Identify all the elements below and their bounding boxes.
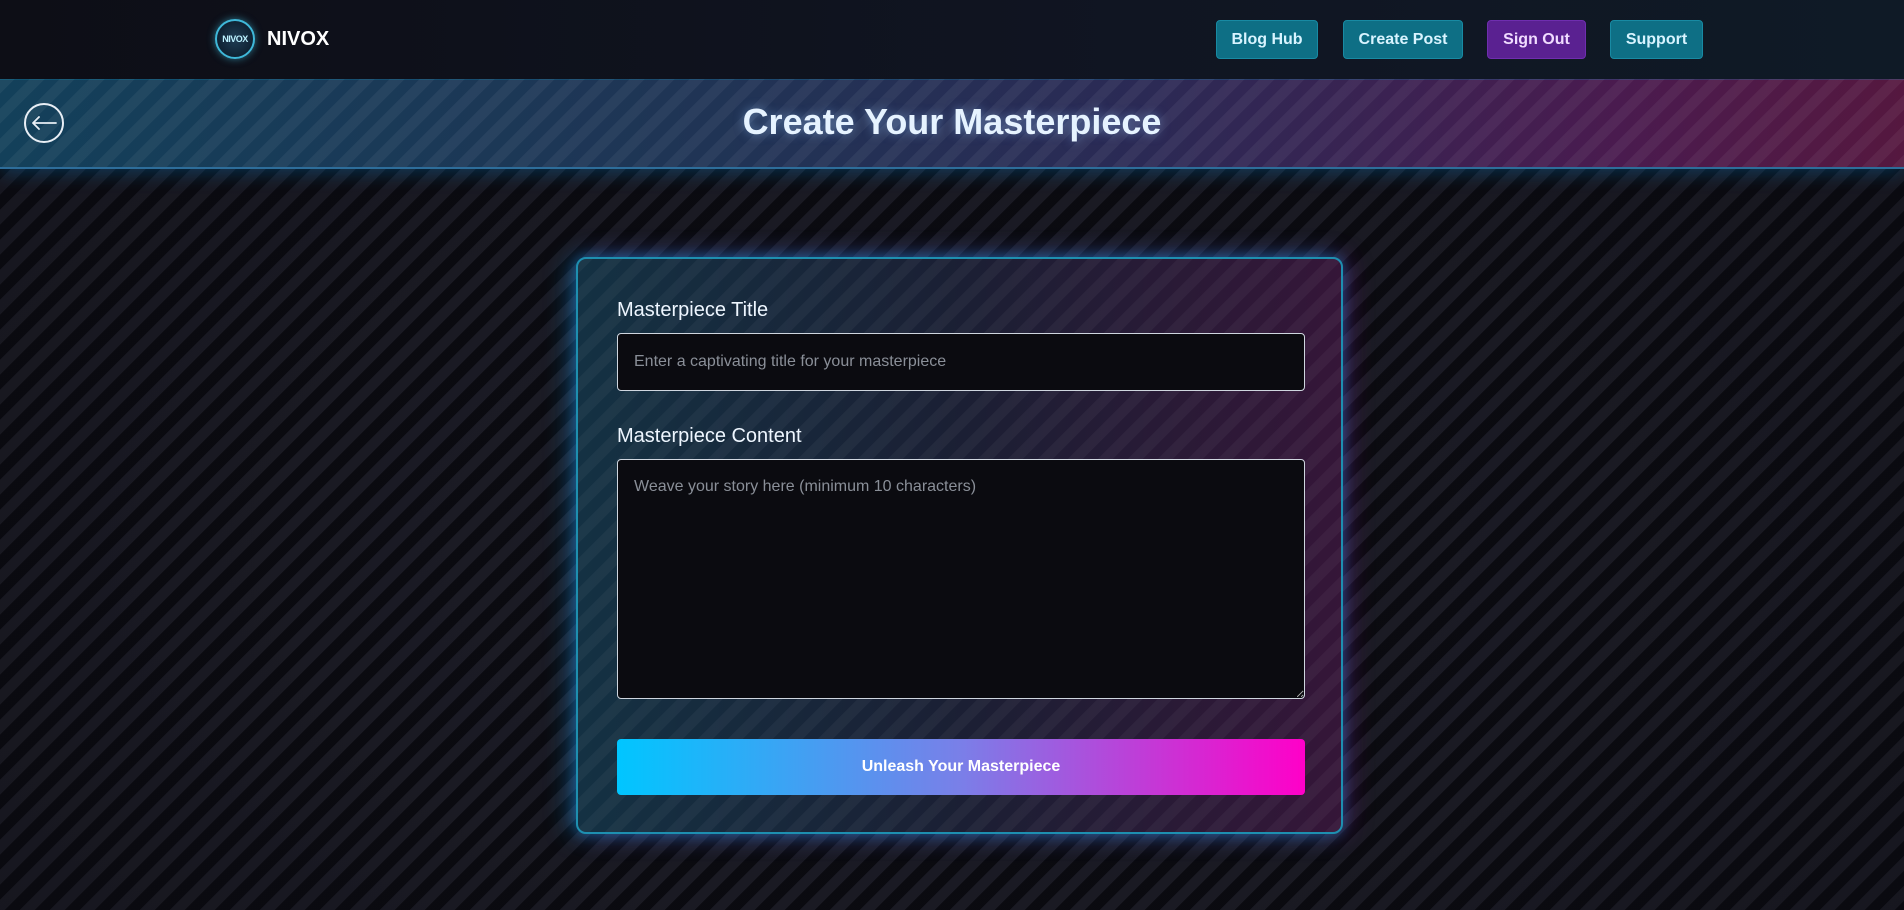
- nav-sign-out-button[interactable]: Sign Out: [1487, 20, 1586, 59]
- nav-support-button[interactable]: Support: [1610, 20, 1703, 59]
- nav-create-post-button[interactable]: Create Post: [1343, 20, 1463, 59]
- create-post-form: Masterpiece Title Masterpiece Content Un…: [576, 257, 1343, 834]
- page: NIVOX NIVOX Blog Hub Create Post Sign Ou…: [0, 0, 1904, 910]
- title-input[interactable]: [617, 333, 1305, 391]
- submit-button[interactable]: Unleash Your Masterpiece: [617, 739, 1305, 795]
- logo-text: NIVOX: [222, 34, 248, 44]
- page-title: Create Your Masterpiece: [742, 101, 1162, 142]
- nav-blog-hub-button[interactable]: Blog Hub: [1216, 20, 1318, 59]
- title-label: Masterpiece Title: [617, 299, 769, 321]
- brand-name: NIVOX: [267, 27, 330, 50]
- logo: NIVOX: [215, 19, 255, 59]
- hero-banner: Create Your Masterpiece: [0, 79, 1904, 169]
- brand[interactable]: NIVOX NIVOX: [215, 18, 329, 60]
- content-textarea[interactable]: [617, 459, 1305, 699]
- content-label: Masterpiece Content: [617, 425, 802, 447]
- navbar: NIVOX NIVOX Blog Hub Create Post Sign Ou…: [0, 0, 1904, 79]
